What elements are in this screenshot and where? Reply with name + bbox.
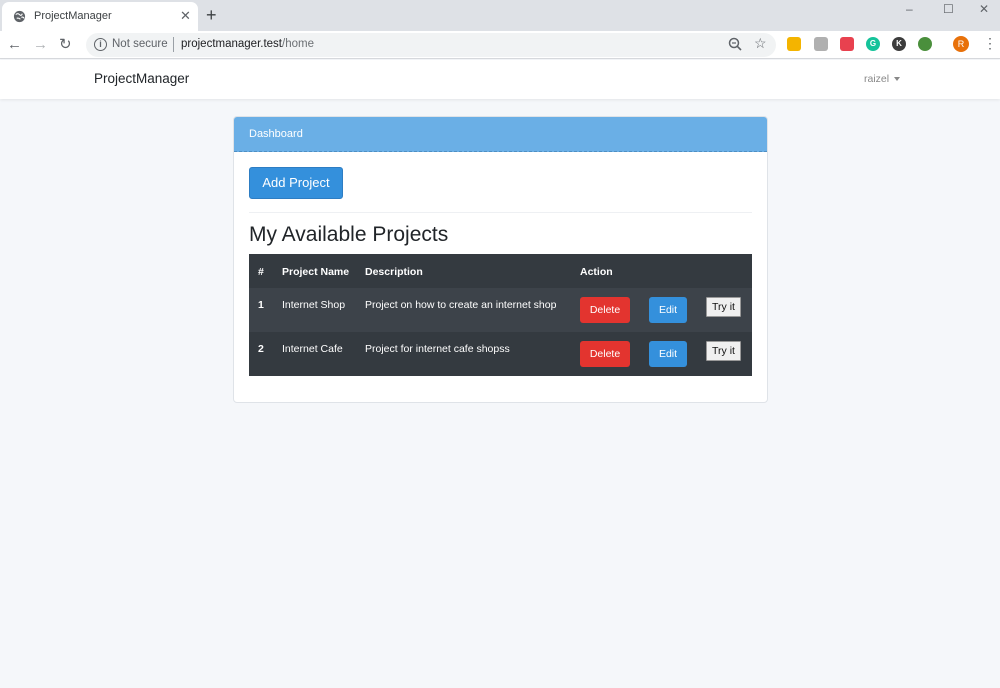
card-header: Dashboard [234, 117, 767, 152]
ext-globe-icon[interactable] [918, 37, 932, 51]
try-it-button[interactable]: Try it [706, 297, 741, 317]
edit-button[interactable]: Edit [649, 297, 687, 323]
delete-button[interactable]: Delete [580, 297, 630, 323]
globe-icon [13, 10, 26, 23]
try-it-button[interactable]: Try it [706, 341, 741, 361]
add-project-button[interactable]: Add Project [249, 167, 343, 199]
back-icon[interactable]: ← [7, 36, 22, 54]
tab-title: ProjectManager [34, 10, 112, 22]
grammarly-icon[interactable]: G [866, 37, 880, 51]
table-header: # Project Name Description Action [249, 254, 752, 288]
close-tab-icon[interactable]: ✕ [180, 8, 191, 24]
card-header-title: Dashboard [249, 128, 303, 140]
reload-icon[interactable]: ↻ [59, 36, 72, 54]
browser-tab[interactable]: ProjectManager ✕ [2, 2, 198, 31]
user-name: raizel [864, 73, 890, 85]
caret-down-icon [894, 77, 901, 82]
header-num: # [258, 266, 264, 278]
row-description: Project for internet cafe shopss [365, 343, 510, 355]
user-dropdown[interactable]: raizel [864, 73, 901, 85]
section-title: My Available Projects [249, 223, 449, 246]
app-navbar: ProjectManager raizel [0, 60, 1000, 99]
row-description: Project on how to create an internet sho… [365, 299, 557, 311]
pocket-icon[interactable] [840, 37, 854, 51]
divider [249, 212, 752, 213]
info-icon[interactable]: i [94, 38, 107, 51]
address-bar[interactable]: i Not secure projectmanager.test/home ☆ [86, 33, 776, 57]
row-project-name: Internet Cafe [282, 343, 343, 355]
header-project-name: Project Name [282, 266, 350, 278]
acrobat-icon[interactable] [814, 37, 828, 51]
bookmark-star-icon[interactable]: ☆ [754, 35, 767, 52]
dashboard-card: Dashboard Add Project My Available Proje… [233, 116, 768, 403]
security-label[interactable]: Not secure [112, 38, 168, 50]
forward-icon[interactable]: → [33, 36, 48, 54]
close-window-icon[interactable]: ✕ [979, 2, 989, 16]
minimize-icon[interactable]: – [906, 2, 913, 16]
row-project-name: Internet Shop [282, 299, 346, 311]
url-path: /home [282, 38, 314, 50]
row-num: 1 [258, 299, 264, 311]
projects-table: # Project Name Description Action 1 Inte… [249, 254, 752, 376]
delete-button[interactable]: Delete [580, 341, 630, 367]
edit-button[interactable]: Edit [649, 341, 687, 367]
header-action: Action [580, 266, 613, 278]
table-row: 2 Internet Cafe Project for internet caf… [249, 332, 752, 376]
maximize-icon[interactable]: ☐ [943, 2, 954, 16]
header-description: Description [365, 266, 423, 278]
table-row: 1 Internet Shop Project on how to create… [249, 288, 752, 332]
url-text[interactable]: projectmanager.test/home [181, 38, 314, 50]
row-num: 2 [258, 343, 264, 355]
profile-avatar[interactable]: R [953, 36, 969, 52]
ext-yellow-icon[interactable] [787, 37, 801, 51]
brand-link[interactable]: ProjectManager [94, 71, 189, 86]
browser-menu-icon[interactable]: ⋮ [983, 36, 997, 50]
ext-k-icon[interactable]: K [892, 37, 906, 51]
zoom-icon[interactable] [727, 36, 743, 52]
browser-tabstrip: ProjectManager ✕ + – ☐ ✕ [0, 0, 1000, 31]
address-separator [173, 37, 174, 52]
new-tab-button[interactable]: + [206, 5, 217, 25]
url-host: projectmanager.test [181, 38, 283, 50]
browser-toolbar: ← → ↻ i Not secure projectmanager.test/h… [0, 31, 1000, 59]
